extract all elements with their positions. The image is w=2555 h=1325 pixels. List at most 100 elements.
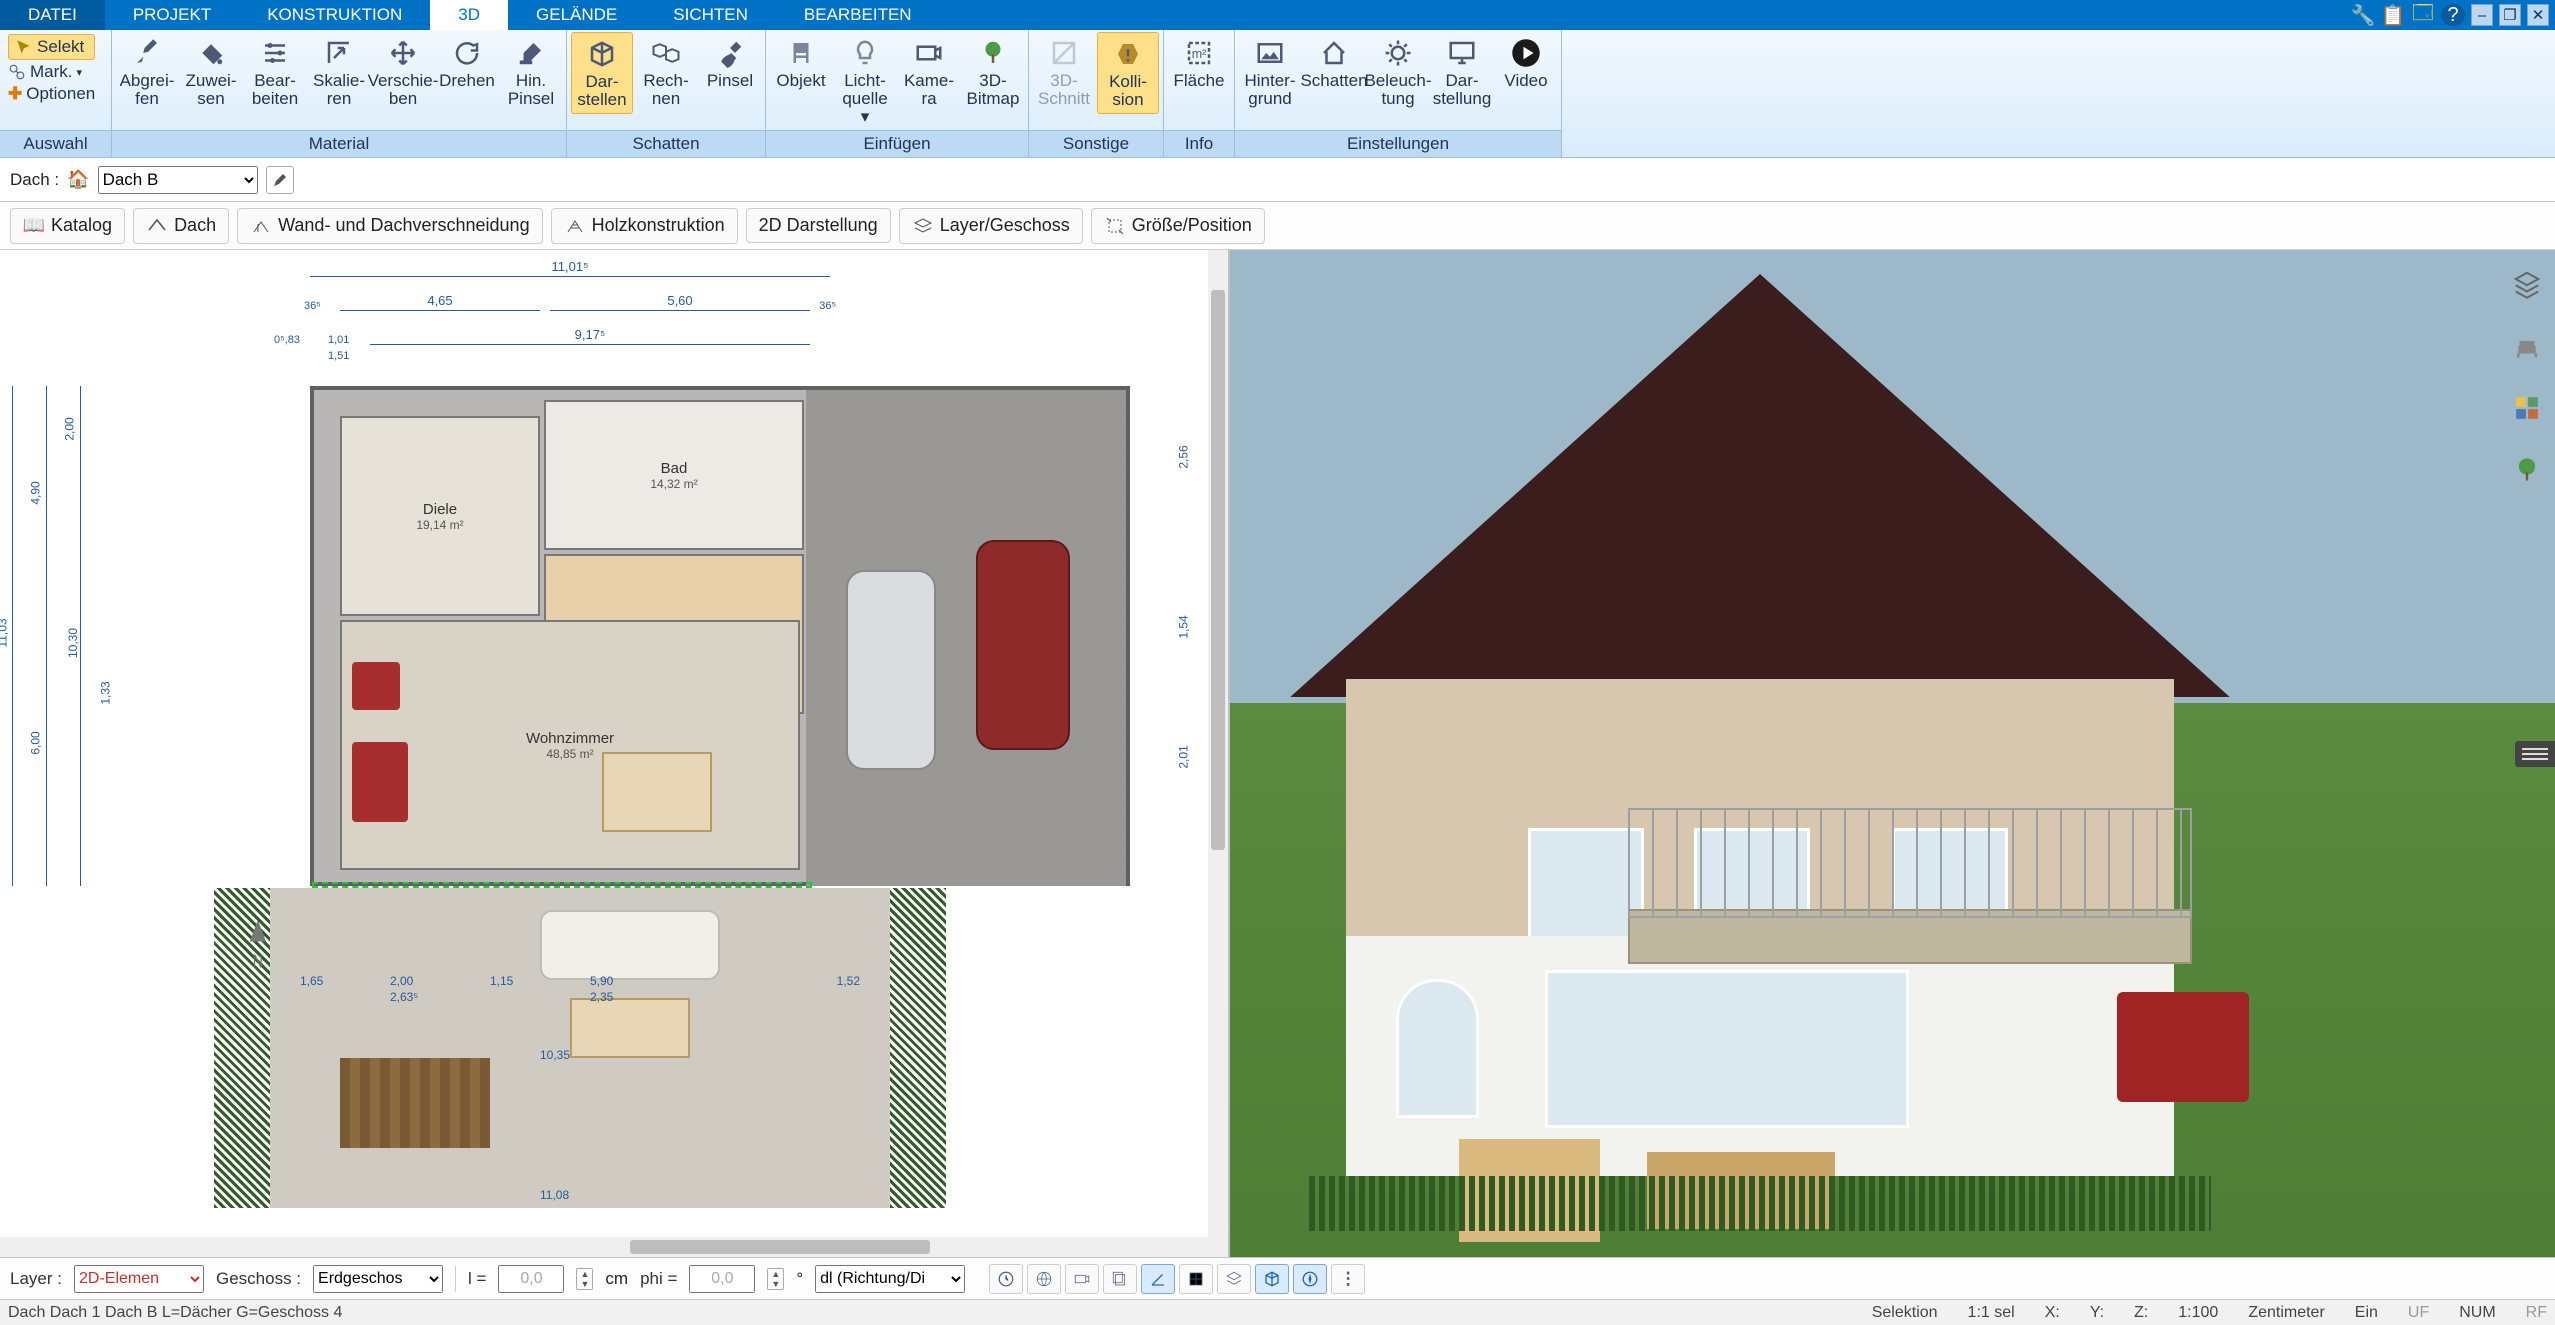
l-spinner[interactable]: ▲▼ (576, 1268, 593, 1290)
dim-label: 5,60 (667, 293, 692, 308)
clipboard-icon[interactable]: 📋 (2381, 4, 2405, 26)
room-name: Wohnzimmer (526, 730, 614, 747)
cube-tool[interactable] (1255, 1264, 1289, 1294)
roof-icon: 🏠 (67, 169, 89, 190)
camera-icon (912, 36, 946, 70)
ribbon-btn-hinpinsel[interactable]: Hin.Pinsel (500, 32, 562, 112)
layers-tool[interactable] (2507, 264, 2547, 304)
dach-button[interactable]: Dach (133, 208, 229, 244)
window-large (1545, 970, 1909, 1128)
l-input[interactable] (498, 1265, 564, 1293)
wanddach-label: Wand- und Dachverschneidung (278, 215, 529, 236)
help-icon[interactable]: ? (2441, 4, 2465, 26)
tree-tool[interactable] (2507, 450, 2547, 490)
hscrollbar-2d[interactable] (0, 1237, 1228, 1257)
holz-label: Holzkonstruktion (592, 215, 725, 236)
group-caption-auswahl: Auswahl (0, 130, 111, 157)
holz-button[interactable]: Holzkonstruktion (551, 208, 738, 244)
vscrollbar-2d[interactable] (1208, 250, 1228, 1237)
layers-tool-bottom[interactable] (1217, 1264, 1251, 1294)
status-unit: Zentimeter (2248, 1304, 2324, 1322)
group-caption-info: Info (1164, 130, 1234, 157)
status-selektion: Selektion (1872, 1304, 1938, 1322)
furniture-tool[interactable] (2507, 326, 2547, 366)
dim-label: 1,52 (837, 974, 860, 988)
clock-tool[interactable] (989, 1264, 1023, 1294)
select-button[interactable]: Selekt (8, 34, 95, 60)
2d-button[interactable]: 2D Darstellung (746, 208, 891, 243)
dim-label: 36⁵ (304, 300, 321, 312)
wrench-icon[interactable]: 🔧 (2351, 4, 2375, 26)
ribbon-btn-abgreifen[interactable]: Abgrei-fen (116, 32, 178, 112)
light-icon (1381, 36, 1415, 70)
edit-dach-button[interactable] (266, 166, 294, 194)
close-button[interactable]: ✕ (2527, 4, 2549, 26)
maximize-button[interactable]: ❐ (2499, 4, 2521, 26)
layer-select[interactable]: 2D-Elemen (74, 1265, 204, 1293)
ribbon-btn-bearbeiten[interactable]: Bear-beiten (244, 32, 306, 112)
ribbon-btn-darstellen[interactable]: Dar-stellen (571, 32, 633, 114)
tab-konstruktion[interactable]: KONSTRUKTION (239, 0, 430, 30)
ribbon-btn-verschieben[interactable]: Verschie-ben (372, 32, 434, 112)
panel-handle[interactable] (2515, 741, 2555, 767)
compass-tool[interactable] (1293, 1264, 1327, 1294)
ribbon-btn-pinsel[interactable]: Pinsel (699, 32, 761, 94)
layer-button[interactable]: Layer/Geschoss (899, 208, 1083, 244)
ribbon-btn-dbitmap[interactable]: 3D-Bitmap (962, 32, 1024, 112)
tab-projekt[interactable]: PROJEKT (105, 0, 239, 30)
status-scale: 1:100 (2178, 1304, 2218, 1322)
phi-input[interactable] (689, 1265, 755, 1293)
phi-spinner[interactable]: ▲▼ (767, 1268, 784, 1290)
globe-tool[interactable] (1027, 1264, 1061, 1294)
optionen-button[interactable]: ✚ Optionen (8, 84, 95, 104)
mode-select[interactable]: dl (Richtung/Di (815, 1265, 965, 1293)
minimize-button[interactable]: – (2471, 4, 2493, 26)
status-left: Dach Dach 1 Dach B L=Dächer G=Geschoss 4 (8, 1304, 342, 1322)
wanddach-button[interactable]: Wand- und Dachverschneidung (237, 208, 542, 244)
groesse-button[interactable]: Größe/Position (1091, 208, 1265, 244)
status-rf: RF (2526, 1304, 2547, 1322)
ribbon-btn-beleuchtung[interactable]: Beleuch-tung (1367, 32, 1429, 112)
ribbon-btn-darstellung[interactable]: Dar-stellung (1431, 32, 1493, 112)
ribbon-btn-schatten[interactable]: Schatten (1303, 32, 1365, 94)
tab-sichten[interactable]: SICHTEN (645, 0, 776, 30)
window-icon[interactable]: 🗔 (2411, 4, 2435, 26)
ribbon-btn-dschnitt: 3D-Schnitt (1033, 32, 1095, 112)
room-bad[interactable]: Bad 14,32 m² (544, 400, 804, 550)
ribbon-btn-drehen[interactable]: Drehen (436, 32, 498, 94)
snap-angle-tool[interactable] (1141, 1264, 1175, 1294)
furniture-armchair (352, 662, 400, 710)
room-diele[interactable]: Diele 19,14 m² (340, 416, 540, 616)
mark-button[interactable]: Mark.▾ (8, 62, 95, 82)
grid-tool[interactable] (1179, 1264, 1213, 1294)
ribbon-btn-objekt[interactable]: Objekt (770, 32, 832, 94)
ribbon-btn-rechnen[interactable]: Rech-nen (635, 32, 697, 112)
balcony-railing (1628, 808, 2192, 918)
tab-gelaende[interactable]: GELÄNDE (508, 0, 645, 30)
viewport-3d[interactable] (1230, 250, 2555, 1257)
camera-tool[interactable] (1065, 1264, 1099, 1294)
tab-3d[interactable]: 3D (430, 0, 508, 30)
more-tool[interactable]: ⋮ (1331, 1264, 1365, 1294)
option-toolbar: 📖Katalog Dach Wand- und Dachverschneidun… (0, 202, 2555, 250)
ribbon-btn-flche[interactable]: m²Fläche (1168, 32, 1230, 94)
dach-select[interactable]: Dach B (98, 166, 258, 194)
ribbon-btn-video[interactable]: Video (1495, 32, 1557, 94)
geschoss-select[interactable]: Erdgeschos (313, 1265, 443, 1293)
furniture-table (602, 752, 712, 832)
ribbon-btn-kamera[interactable]: Kame-ra (898, 32, 960, 112)
ribbon-btn-hintergrund[interactable]: Hinter-grund (1239, 32, 1301, 112)
ribbon-btn-lichtquelle[interactable]: Licht-quelle ▾ (834, 32, 896, 130)
viewport-2d[interactable]: 11,01⁵ 4,65 5,60 36⁵ 36⁵ 9,17⁵ 0⁵,83 1,0… (0, 250, 1230, 1257)
ribbon-btn-zuweisen[interactable]: Zuwei-sen (180, 32, 242, 112)
tab-datei[interactable]: DATEI (0, 0, 105, 30)
compass-icon: ▲N (244, 909, 272, 971)
ribbon-btn-skalieren[interactable]: Skalie-ren (308, 32, 370, 112)
car-3d (2117, 992, 2249, 1102)
ribbon-btn-kollision[interactable]: Kolli-sion (1097, 32, 1159, 114)
katalog-button[interactable]: 📖Katalog (10, 208, 125, 244)
tab-bearbeiten[interactable]: BEARBEITEN (776, 0, 940, 30)
palette-tool[interactable] (2507, 388, 2547, 428)
copy-tool[interactable] (1103, 1264, 1137, 1294)
room-wohnzimmer[interactable]: Wohnzimmer 48,85 m² (340, 620, 800, 870)
